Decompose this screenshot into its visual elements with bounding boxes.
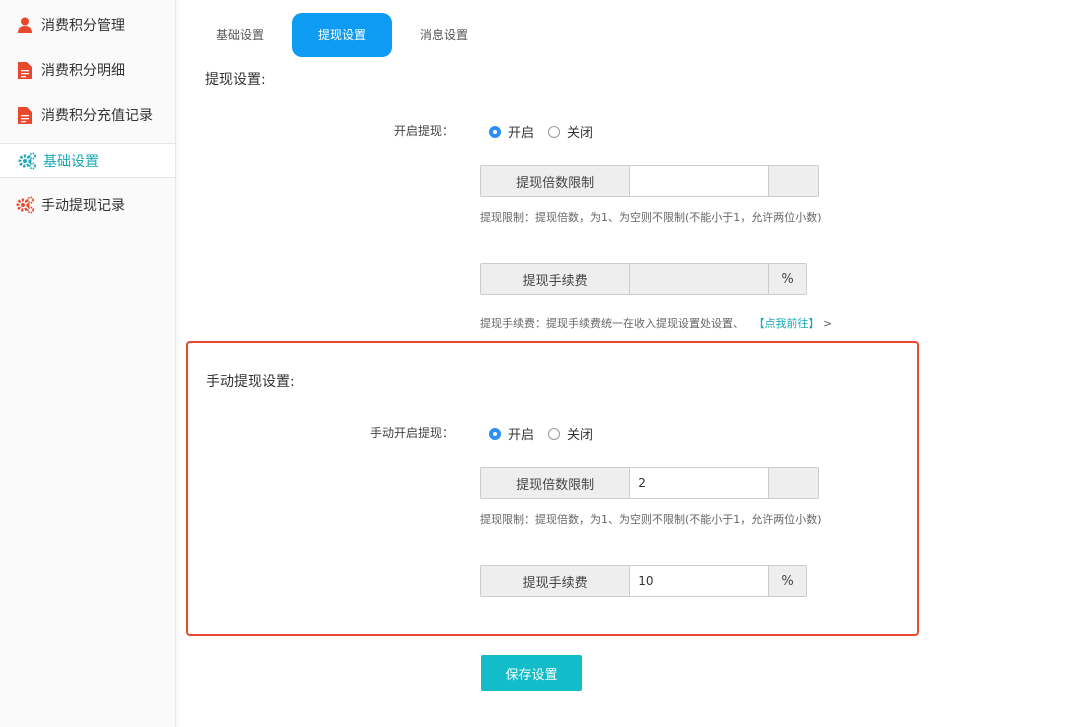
manual-enable-radio-group: 开启 关闭 bbox=[489, 424, 607, 443]
withdraw-multiple-input[interactable] bbox=[630, 166, 769, 196]
manual-section-title: 手动提现设置: bbox=[206, 374, 295, 390]
withdraw-fee-unit: % bbox=[768, 264, 806, 294]
sidebar: 消费积分管理 消费积分明细 消费积分充值记录 基础设置 手动提现记录 bbox=[0, 0, 176, 727]
gears-icon bbox=[16, 196, 34, 214]
tab-basic-settings[interactable]: 基础设置 bbox=[192, 13, 288, 57]
document-icon bbox=[16, 106, 34, 124]
user-icon bbox=[16, 16, 34, 34]
sidebar-item-points-management[interactable]: 消费积分管理 bbox=[0, 3, 175, 47]
withdraw-section-title: 提现设置: bbox=[205, 72, 266, 88]
withdraw-enable-radio-group: 开启 关闭 bbox=[489, 122, 607, 141]
radio-label: 开启 bbox=[508, 428, 535, 443]
manual-fee-group: 提现手续费 % bbox=[480, 565, 807, 597]
withdraw-enable-on-option[interactable]: 开启 bbox=[489, 122, 534, 141]
tab-message-settings[interactable]: 消息设置 bbox=[396, 13, 492, 57]
radio-label: 关闭 bbox=[567, 428, 594, 443]
withdraw-multiple-hint: 提现限制：提现倍数，为1、为空则不限制(不能小于1，允许两位小数) bbox=[480, 211, 822, 224]
radio-checked[interactable] bbox=[489, 125, 501, 138]
manual-multiple-group: 提现倍数限制 bbox=[480, 467, 819, 499]
withdraw-multiple-label: 提现倍数限制 bbox=[481, 166, 631, 196]
sidebar-item-label: 手动提现记录 bbox=[41, 198, 125, 214]
radio-label: 关闭 bbox=[567, 126, 594, 141]
gears-icon bbox=[18, 152, 36, 170]
sidebar-item-label: 消费积分管理 bbox=[41, 18, 125, 34]
manual-enable-off-option[interactable]: 关闭 bbox=[548, 424, 593, 443]
withdraw-multiple-suffix bbox=[768, 166, 818, 196]
sidebar-item-label: 消费积分明细 bbox=[41, 63, 125, 79]
manual-fee-label: 提现手续费 bbox=[481, 566, 631, 596]
sidebar-item-basic-settings[interactable]: 基础设置 bbox=[0, 143, 175, 178]
withdraw-enable-off-option[interactable]: 关闭 bbox=[548, 122, 593, 141]
withdraw-multiple-group: 提现倍数限制 bbox=[480, 165, 819, 197]
withdraw-enable-label: 开启提现： bbox=[393, 124, 454, 138]
withdraw-fee-hint-text: 提现手续费：提现手续费统一在收入提现设置处设置、 bbox=[480, 317, 744, 330]
go-to-settings-link[interactable]: 【点我前往】 bbox=[754, 317, 820, 330]
sidebar-item-points-detail[interactable]: 消费积分明细 bbox=[0, 48, 175, 92]
manual-multiple-hint: 提现限制：提现倍数，为1、为空则不限制(不能小于1，允许两位小数) bbox=[480, 513, 822, 526]
sidebar-item-manual-withdraw-records[interactable]: 手动提现记录 bbox=[0, 183, 175, 227]
radio-label: 开启 bbox=[508, 126, 535, 141]
sidebar-item-recharge-records[interactable]: 消费积分充值记录 bbox=[0, 93, 175, 137]
manual-fee-input[interactable] bbox=[630, 566, 769, 596]
tab-withdraw-settings[interactable]: 提现设置 bbox=[292, 13, 392, 57]
manual-multiple-suffix bbox=[768, 468, 818, 498]
withdraw-fee-hint: 提现手续费：提现手续费统一在收入提现设置处设置、 【点我前往】 > bbox=[480, 315, 832, 331]
withdraw-fee-label: 提现手续费 bbox=[481, 264, 631, 294]
radio-unchecked[interactable] bbox=[548, 427, 561, 440]
withdraw-fee-group: 提现手续费 % bbox=[480, 263, 807, 295]
manual-multiple-label: 提现倍数限制 bbox=[481, 468, 631, 498]
document-icon bbox=[16, 61, 34, 79]
radio-unchecked[interactable] bbox=[548, 125, 561, 138]
manual-enable-label: 手动开启提现： bbox=[369, 426, 454, 440]
manual-enable-on-option[interactable]: 开启 bbox=[489, 424, 534, 443]
radio-checked[interactable] bbox=[489, 427, 501, 440]
manual-multiple-input[interactable] bbox=[630, 468, 769, 498]
sidebar-item-label: 消费积分充值记录 bbox=[41, 108, 153, 124]
save-settings-button[interactable]: 保存设置 bbox=[481, 655, 582, 691]
sidebar-item-label: 基础设置 bbox=[43, 153, 99, 170]
arrow-icon: > bbox=[823, 317, 833, 330]
manual-fee-unit: % bbox=[768, 566, 806, 596]
withdraw-fee-input bbox=[630, 264, 769, 294]
